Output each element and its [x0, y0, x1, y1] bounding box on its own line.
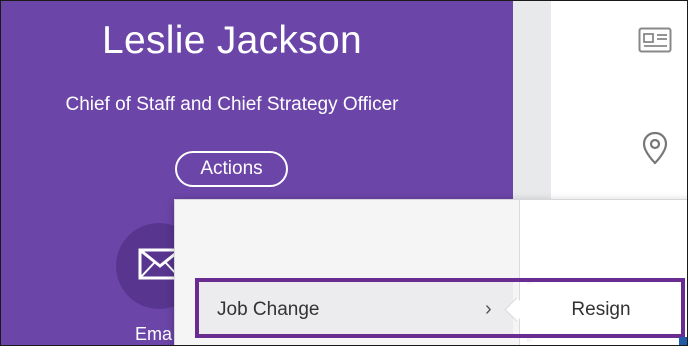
actions-menu-categories: Job Change ›: [175, 200, 520, 345]
worker-profile-screen: Leslie Jackson Chief of Staff and Chief …: [0, 0, 688, 346]
location-pin-icon: [642, 131, 668, 165]
actions-button[interactable]: Actions: [175, 151, 288, 187]
email-action-label: Ema: [135, 324, 173, 344]
corner-accent: [679, 337, 687, 345]
actions-dropdown-menu: Job Change › Resign: [174, 199, 687, 345]
submenu-item-resign[interactable]: Resign: [527, 284, 675, 336]
chevron-right-icon: ›: [485, 298, 492, 320]
id-card-icon: [638, 27, 672, 53]
worker-job-title: Chief of Staff and Chief Strategy Office…: [65, 94, 399, 115]
worker-name: Leslie Jackson: [101, 19, 362, 62]
menu-item-job-change[interactable]: Job Change ›: [197, 281, 513, 337]
menu-item-label: Job Change: [217, 299, 320, 320]
